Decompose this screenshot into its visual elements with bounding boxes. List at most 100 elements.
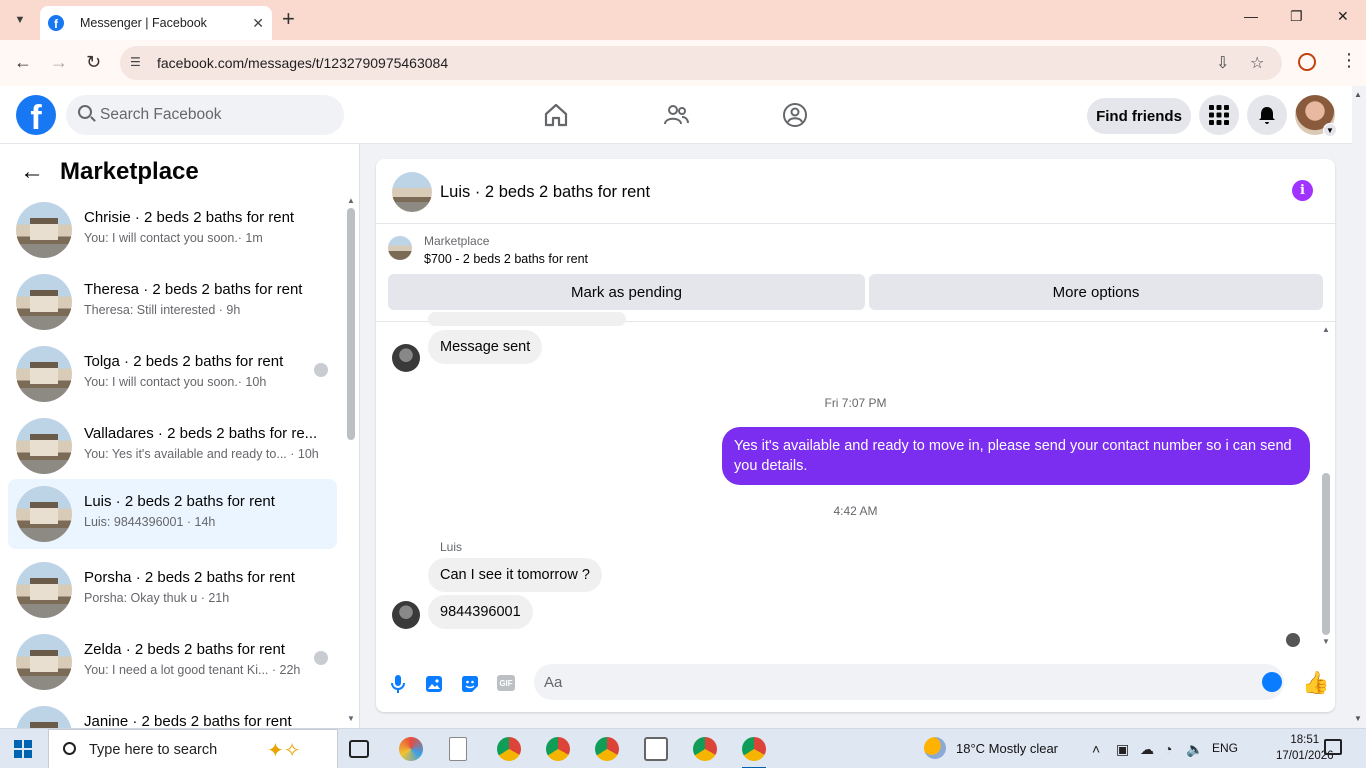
listing-thumbnail [16,486,72,542]
gif-icon[interactable]: GIF [497,675,515,691]
listing-thumbnail [16,418,72,474]
url-text: facebook.com/messages/t/1232790975463084 [157,55,449,71]
conversation-item[interactable]: Chrisie · 2 beds 2 baths for rent You: I… [8,195,337,265]
scroll-down-arrow-icon[interactable]: ▼ [347,714,355,723]
more-options-button[interactable]: More options [869,274,1323,310]
conversation-item[interactable]: Zelda · 2 beds 2 baths for rent You: I n… [8,627,337,697]
facebook-logo-icon[interactable]: f [16,95,56,135]
seen-avatar [314,363,328,377]
sidebar-header: ← Marketplace [20,158,199,186]
info-icon[interactable]: i [1292,180,1313,201]
mark-as-pending-button[interactable]: Mark as pending [388,274,865,310]
browser-toolbar: ← → ↻ ☰ facebook.com/messages/t/12327909… [0,40,1366,86]
thumbs-up-icon[interactable]: 👍 [1302,670,1329,696]
taskbar-search-placeholder: Type here to search [89,742,218,758]
tab-search-chevron-icon[interactable]: ▼ [8,8,32,32]
snipping-tool-icon[interactable] [399,737,423,761]
conversation-item[interactable]: Porsha · 2 beds 2 baths for rent Porsha:… [8,555,337,625]
groups-icon[interactable] [782,102,808,128]
listing-title[interactable]: $700 - 2 beds 2 baths for rent [424,252,588,266]
onedrive-cloud-icon[interactable]: ☁ [1140,741,1154,758]
back-arrow-icon[interactable]: ← [14,52,32,72]
message-input[interactable] [534,664,1284,700]
forward-arrow-icon[interactable]: → [50,52,68,72]
chat-avatar[interactable] [392,172,432,212]
meet-now-icon[interactable]: ▣ [1116,741,1129,758]
reload-icon[interactable]: ↻ [86,52,101,72]
home-icon[interactable] [543,102,569,128]
weather-icon[interactable] [924,737,946,759]
browser-tab-strip: ▼ f Messenger | Facebook ✕ + — ❐ ✕ [0,0,1366,40]
scroll-up-arrow-icon[interactable]: ▲ [347,196,355,205]
search-icon [78,105,92,119]
friends-icon[interactable] [663,102,689,128]
notifications-bell-icon[interactable] [1247,95,1287,135]
search-highlight-icon: ✦✧ [267,740,301,762]
message-bubble-partial [428,312,626,326]
windows-start-icon[interactable] [14,740,32,758]
volume-icon[interactable]: 🔈 [1186,741,1203,758]
new-tab-icon[interactable]: + [282,8,295,30]
news-app-icon[interactable] [644,737,668,761]
chrome-icon[interactable] [497,737,521,761]
emoji-icon[interactable] [1262,672,1282,692]
minimize-icon[interactable]: — [1244,8,1258,24]
browser-tab[interactable]: f Messenger | Facebook ✕ [40,6,272,40]
sidebar-scrollbar[interactable] [347,208,355,440]
chat-title[interactable]: Luis · 2 beds 2 baths for rent [440,183,650,202]
account-avatar[interactable]: ▼ [1295,95,1337,137]
menu-grid-icon[interactable] [1199,95,1239,135]
chrome-icon[interactable] [693,737,717,761]
notification-center-icon[interactable] [1324,739,1342,755]
scroll-up-arrow-icon[interactable]: ▲ [1322,325,1330,334]
show-hidden-icons-chevron-icon[interactable]: ˄ [1092,741,1100,757]
chrome-icon[interactable] [546,737,570,761]
chrome-icon[interactable] [595,737,619,761]
scroll-down-arrow-icon[interactable]: ▼ [1322,637,1330,646]
message-bubble-incoming[interactable]: Message sent [428,330,543,364]
conversation-item[interactable]: Theresa · 2 beds 2 baths for rent Theres… [8,267,337,337]
conversation-name: Luis · 2 beds 2 baths for rent [84,493,275,510]
conversation-name: Zelda · 2 beds 2 baths for rent [84,641,285,658]
chat-scrollbar[interactable] [1322,473,1330,635]
photo-icon[interactable] [424,674,444,694]
facebook-search-input[interactable]: Search Facebook [66,95,344,135]
browser-menu-icon[interactable]: ⋮ [1340,50,1358,71]
message-bubble-incoming[interactable]: 9844396001 [428,595,533,629]
marketplace-listing-banner: Marketplace $700 - 2 beds 2 baths for re… [376,224,1335,322]
window-close-icon[interactable]: ✕ [1337,8,1349,25]
conversation-item[interactable]: Tolga · 2 beds 2 baths for rent You: I w… [8,339,337,409]
tab-close-icon[interactable]: ✕ [252,15,264,32]
address-bar[interactable]: ☰ facebook.com/messages/t/12327909754630… [120,46,1282,80]
sender-name: Luis [440,540,463,554]
site-settings-icon[interactable]: ☰ [130,55,146,71]
marketplace-label: Marketplace [424,234,490,248]
input-language[interactable]: ENG [1212,741,1238,755]
page-scroll-down-icon[interactable]: ▼ [1354,714,1362,723]
find-friends-button[interactable]: Find friends [1087,98,1191,134]
message-bubble-incoming[interactable]: Can I see it tomorrow ? [428,558,602,592]
conversation-item[interactable]: Valladares · 2 beds 2 baths for re... Yo… [8,411,337,481]
microphone-icon[interactable] [388,674,408,694]
page-scroll-up-icon[interactable]: ▲ [1354,90,1362,99]
listing-thumbnail [16,346,72,402]
sticker-icon[interactable] [460,674,480,694]
conversation-item-active[interactable]: Luis · 2 beds 2 baths for rent Luis: 984… [8,479,337,549]
weather-text[interactable]: 18°C Mostly clear [956,741,1058,756]
task-view-icon[interactable] [349,740,369,758]
back-arrow-icon[interactable]: ← [20,158,44,186]
listing-thumbnail[interactable] [388,236,412,260]
conversation-item[interactable]: Janine · 2 beds 2 baths for rent [8,699,337,728]
taskbar-search-box[interactable]: Type here to search ✦✧ [48,729,338,768]
wifi-icon[interactable]: ◔ [1164,741,1172,757]
message-bubble-outgoing[interactable]: Yes it's available and ready to move in,… [722,427,1310,485]
contact-avatar [392,601,420,629]
restore-icon[interactable]: ❐ [1290,8,1303,25]
windows-taskbar: Type here to search ✦✧ 18°C Mostly clear… [0,728,1366,768]
chrome-icon-active[interactable] [742,737,766,768]
browser-profile-icon[interactable] [1298,53,1316,71]
install-app-icon[interactable]: ⇩ [1216,53,1229,73]
conversation-preview: You: I need a lot good tenant Ki... · 22… [84,663,301,677]
notepad-icon[interactable] [449,737,467,761]
bookmark-star-icon[interactable]: ☆ [1250,53,1264,73]
